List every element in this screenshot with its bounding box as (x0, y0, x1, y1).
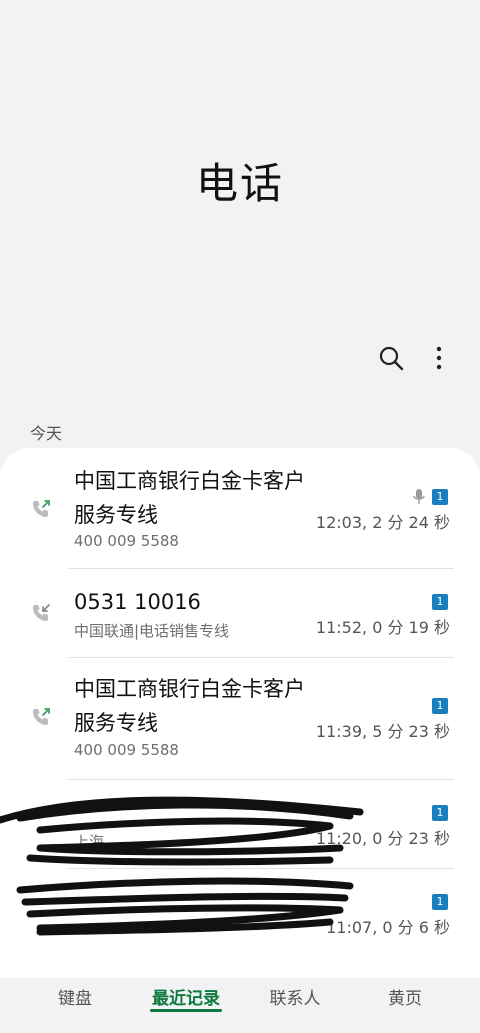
sim1-badge: 1 (432, 805, 448, 821)
caller-name-line2: 服务专线 (74, 503, 158, 527)
page-title: 电话 (195, 159, 284, 208)
call-time: 11:52, 0 分 19 秒 (315, 618, 450, 637)
tab-yellow-pages[interactable]: 黄页 (360, 984, 450, 1009)
tab-keypad[interactable]: 键盘 (30, 984, 120, 1009)
call-log-item[interactable]: 中国工商银行白金卡客户 服务专线 400 009 5588 1 11:39, 5… (0, 658, 480, 778)
outgoing-call-icon (33, 708, 50, 725)
search-button[interactable] (376, 343, 406, 373)
caller-number: 400 009 5588 (74, 741, 179, 759)
call-log-item[interactable]: 0531 10016 中国联通|电话销售专线 1 11:52, 0 分 19 秒 (0, 569, 480, 657)
recording-icon (413, 489, 425, 504)
caller-name: 中国工商银行白金卡客户 (74, 677, 305, 701)
sim1-badge: 1 (432, 489, 448, 505)
sim1-badge: 1 (432, 594, 448, 610)
call-time: 11:39, 5 分 23 秒 (315, 722, 450, 741)
search-icon (379, 346, 404, 371)
caller-name-line2: 服务专线 (74, 711, 158, 735)
bottom-navigation: 键盘 最近记录 联系人 黄页 (0, 978, 480, 1033)
sim1-badge: 1 (432, 894, 448, 910)
call-time: 11:07, 0 分 6 秒 (326, 918, 450, 937)
caller-number: 400 009 5588 (74, 532, 179, 550)
call-log-item[interactable]: 上海 1 11:20, 0 分 23 秒 (0, 780, 480, 868)
sim1-badge: 1 (432, 698, 448, 714)
caller-location: 上海 (74, 833, 105, 851)
caller-info: 中国联通|电话销售专线 (74, 622, 230, 640)
active-tab-indicator (150, 1009, 222, 1012)
call-time: 11:20, 0 分 23 秒 (315, 829, 450, 848)
tab-contacts[interactable]: 联系人 (250, 984, 340, 1009)
call-log-list: 中国工商银行白金卡客户 服务专线 400 009 5588 1 12:03, 2… (0, 448, 480, 978)
call-log-item[interactable]: 中国工商银行白金卡客户 服务专线 400 009 5588 1 12:03, 2… (0, 448, 480, 568)
tab-recents[interactable]: 最近记录 (141, 984, 231, 1009)
incoming-call-icon (33, 604, 50, 621)
call-time: 12:03, 2 分 24 秒 (315, 513, 450, 532)
caller-name: 0531 10016 (74, 590, 201, 614)
outgoing-call-icon (33, 500, 50, 517)
more-vertical-icon (436, 346, 442, 370)
more-options-button[interactable] (428, 343, 450, 373)
caller-name: 中国工商银行白金卡客户 (74, 469, 305, 493)
call-log-item[interactable]: 1 11:07, 0 分 6 秒 (0, 869, 480, 957)
section-header-today: 今天 (30, 424, 63, 443)
